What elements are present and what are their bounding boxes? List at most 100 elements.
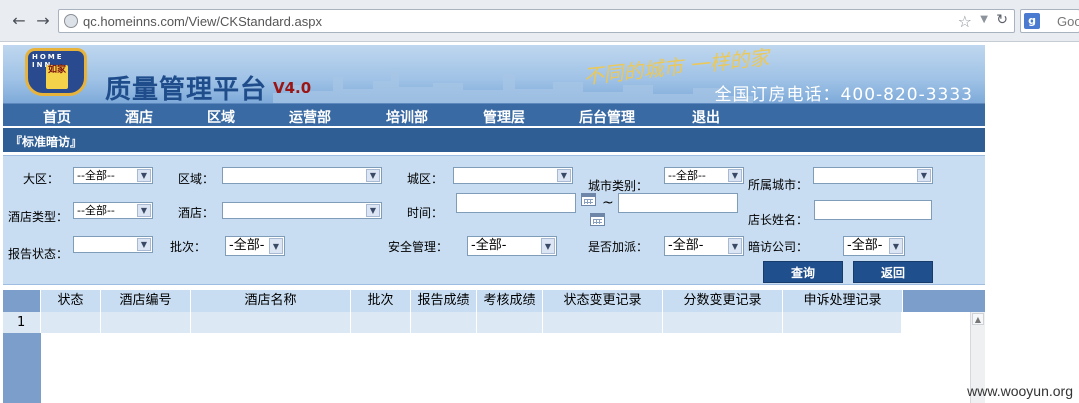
- column-header[interactable]: 状态变更记录: [543, 290, 663, 312]
- start-date-input[interactable]: [456, 193, 576, 213]
- table-header: 状态 酒店编号 酒店名称 批次 报告成绩 考核成绩 状态变更记录 分数变更记录 …: [3, 290, 985, 312]
- time-label: 时间：: [407, 206, 444, 220]
- reload-icon[interactable]: ↻: [996, 12, 1008, 28]
- menu-item-admin[interactable]: 后台管理: [579, 107, 635, 127]
- column-header[interactable]: 酒店名称: [191, 290, 351, 312]
- table-cell: [477, 312, 543, 333]
- results-table: 状态 酒店编号 酒店名称 批次 报告成绩 考核成绩 状态变更记录 分数变更记录 …: [3, 290, 985, 403]
- url-text: qc.homeinns.com/View/CKStandard.aspx: [83, 14, 322, 29]
- chevron-down-icon: ▼: [917, 169, 931, 182]
- watermark-text: www.wooyun.org: [967, 383, 1073, 399]
- chevron-down-icon: ▼: [557, 169, 571, 182]
- chevron-down-icon: ▼: [728, 169, 742, 182]
- search-bar[interactable]: g Goo: [1020, 9, 1079, 33]
- chevron-down-icon: ▼: [541, 238, 555, 254]
- city-type-label: 城市类别：: [588, 179, 649, 193]
- column-header[interactable]: 报告成绩: [411, 290, 477, 312]
- chevron-down-icon: ▼: [366, 169, 380, 182]
- end-date-input[interactable]: [618, 193, 738, 213]
- browser-toolbar: ← → qc.homeinns.com/View/CKStandard.aspx…: [0, 0, 1079, 42]
- menu-item-home[interactable]: 首页: [43, 107, 71, 127]
- hotel-select[interactable]: ▼: [222, 202, 382, 219]
- menu-item-logout[interactable]: 退出: [692, 107, 720, 127]
- search-engine-icon[interactable]: g: [1024, 13, 1040, 29]
- query-button[interactable]: 查询: [763, 261, 843, 283]
- date-range-separator: ~: [602, 195, 614, 211]
- table-cell: [543, 312, 663, 333]
- table-cell: [191, 312, 351, 333]
- chevron-down-icon: ▼: [137, 169, 151, 182]
- manager-name-input[interactable]: [814, 200, 932, 220]
- report-status-select[interactable]: ▼: [73, 236, 153, 253]
- menu-item-management[interactable]: 管理层: [483, 107, 525, 127]
- column-header[interactable]: 酒店编号: [101, 290, 191, 312]
- table-cell: [41, 312, 101, 333]
- column-header[interactable]: 批次: [351, 290, 411, 312]
- extra-dispatch-label: 是否加派：: [588, 240, 649, 254]
- chevron-down-icon: ▼: [269, 238, 283, 254]
- batch-label: 批次：: [170, 240, 207, 254]
- district-label: 城区：: [407, 172, 444, 186]
- filter-panel: 大区： --全部-- ▼ 区域： ▼ 城区： ▼ 城市类别： --全部-- ▼ 所属…: [3, 155, 985, 285]
- menu-item-training[interactable]: 培训部: [386, 107, 428, 127]
- row-index: 1: [3, 312, 41, 333]
- chevron-down-icon: ▼: [728, 238, 742, 254]
- menu-item-area[interactable]: 区域: [207, 107, 235, 127]
- report-status-label: 报告状态：: [8, 247, 69, 261]
- city-type-select[interactable]: --全部-- ▼: [664, 167, 744, 184]
- hotel-label: 酒店：: [178, 206, 215, 220]
- audit-company-label: 暗访公司：: [748, 240, 809, 254]
- hotel-type-select[interactable]: --全部-- ▼: [73, 202, 153, 219]
- column-header[interactable]: 状态: [41, 290, 101, 312]
- audit-company-select[interactable]: -全部- ▼: [843, 236, 905, 256]
- column-header[interactable]: 分数变更记录: [663, 290, 783, 312]
- safety-select[interactable]: -全部- ▼: [467, 236, 557, 256]
- region-label: 大区：: [23, 172, 60, 186]
- main-menu: 首页 酒店 区域 运营部 培训部 管理层 后台管理 退出: [3, 103, 985, 126]
- globe-icon: [64, 14, 78, 28]
- table-cell: [663, 312, 783, 333]
- extra-dispatch-select[interactable]: -全部- ▼: [664, 236, 744, 256]
- section-title: 『标准暗访』: [10, 135, 83, 149]
- address-bar[interactable]: qc.homeinns.com/View/CKStandard.aspx ☆ ▼…: [58, 9, 1015, 33]
- chevron-down-icon: ▼: [137, 238, 151, 251]
- calendar-icon[interactable]: [590, 213, 605, 226]
- district-select[interactable]: ▼: [453, 167, 573, 184]
- table-cell: [411, 312, 477, 333]
- area-select[interactable]: ▼: [222, 167, 382, 184]
- url-history-dropdown-icon[interactable]: ▼: [980, 14, 988, 25]
- row-index-column: [3, 333, 41, 403]
- table-cell: [351, 312, 411, 333]
- back-arrow-icon[interactable]: ←: [10, 12, 28, 30]
- forward-arrow-icon[interactable]: →: [34, 12, 52, 30]
- city-label: 所属城市：: [748, 178, 809, 192]
- section-header: 『标准暗访』: [3, 128, 985, 152]
- platform-title: 质量管理平台: [105, 75, 268, 103]
- row-index-header: [3, 290, 41, 312]
- chevron-down-icon: ▼: [889, 238, 903, 254]
- header-banner: HOME INN 如家 质量管理平台 V4.0 不同的城市 一样的家 全国订房电…: [3, 45, 985, 103]
- scroll-up-icon[interactable]: ▲: [972, 313, 984, 325]
- menu-item-hotel[interactable]: 酒店: [125, 107, 153, 127]
- page: HOME INN 如家 质量管理平台 V4.0 不同的城市 一样的家 全国订房电…: [0, 42, 1079, 403]
- column-header[interactable]: 申诉处理记录: [783, 290, 903, 312]
- back-button[interactable]: 返回: [853, 261, 933, 283]
- menu-item-operations[interactable]: 运营部: [289, 107, 331, 127]
- area-label: 区域：: [178, 172, 215, 186]
- region-select[interactable]: --全部-- ▼: [73, 167, 153, 184]
- table-row[interactable]: 1: [3, 312, 902, 333]
- batch-select[interactable]: -全部- ▼: [225, 236, 285, 256]
- city-select[interactable]: ▼: [813, 167, 933, 184]
- table-cell: [101, 312, 191, 333]
- chevron-down-icon: ▼: [137, 204, 151, 217]
- bookmark-star-icon[interactable]: ☆: [958, 12, 972, 31]
- column-header[interactable]: 考核成绩: [477, 290, 543, 312]
- hotel-type-label: 酒店类型：: [8, 210, 69, 224]
- platform-version: V4.0: [273, 79, 312, 97]
- table-cell: [783, 312, 902, 333]
- home-inn-logo: HOME INN 如家: [25, 48, 87, 96]
- manager-name-label: 店长姓名：: [748, 213, 809, 227]
- search-placeholder: Goo: [1057, 14, 1079, 29]
- chevron-down-icon: ▼: [366, 204, 380, 217]
- calendar-icon[interactable]: [581, 193, 596, 206]
